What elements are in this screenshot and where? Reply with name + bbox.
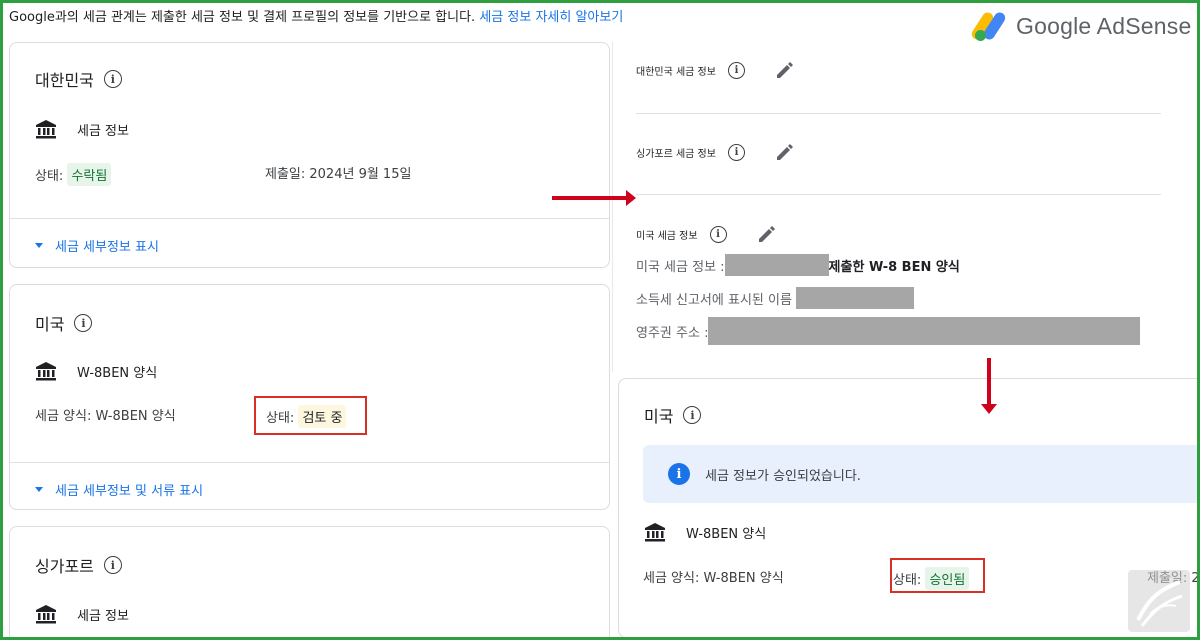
- korea-title-text: 대한민국: [35, 71, 94, 90]
- korea-submitted-date: 제출일: 2024년 9월 15일: [265, 167, 412, 182]
- divider: [636, 194, 1161, 195]
- us-tax-info-value-row: 미국 세금 정보 : 제출한 W-8 BEN 양식: [636, 254, 960, 276]
- us-approved-form-row: W-8BEN 양식: [644, 522, 766, 542]
- residence-address-label: 영주권 주소 :: [636, 325, 709, 341]
- us-tax-info-value: 제출한 W-8 BEN 양식: [828, 259, 960, 275]
- triangle-down-icon: [35, 487, 43, 492]
- approved-banner-text: 세금 정보가 승인되었습니다.: [705, 468, 861, 484]
- redacted-block: [795, 287, 914, 309]
- divider: [10, 462, 609, 463]
- arrow-right-icon: [552, 190, 636, 206]
- taxpayer-name-label: 소득세 신고서에 표시된 이름: [636, 292, 792, 308]
- tax-notice-text: Google과의 세금 관계는 제출한 세금 정보 및 결제 프로필의 정보를 …: [9, 10, 476, 25]
- us-tax-info-header: 미국 세금 정보 i: [636, 224, 777, 244]
- korea-tax-info-header: 대한민국 세금 정보 i: [636, 60, 795, 80]
- usa-expand-link[interactable]: 세금 세부정보 및 서류 표시: [35, 480, 203, 499]
- info-icon[interactable]: i: [103, 70, 122, 88]
- usa-form-type: 세금 양식: W-8BEN 양식: [35, 409, 176, 424]
- divider: [636, 113, 1161, 114]
- info-icon[interactable]: i: [103, 556, 122, 574]
- info-icon[interactable]: i: [74, 314, 93, 332]
- us-tax-info-label: 미국 세금 정보 :: [636, 259, 725, 275]
- usa-expand-label: 세금 세부정보 및 서류 표시: [55, 484, 204, 499]
- us-approved-card-title: 미국 i: [644, 403, 702, 427]
- korea-tax-info-heading: 대한민국 세금 정보: [636, 66, 716, 78]
- singapore-tax-card: 싱가포르 i 세금 정보: [9, 526, 610, 640]
- us-approved-title-text: 미국: [644, 407, 674, 426]
- us-approved-card: 미국 i i 세금 정보가 승인되었습니다. W-8BEN 양식 세금 양식: …: [618, 378, 1200, 638]
- korea-expand-label: 세금 세부정보 표시: [55, 240, 159, 255]
- singapore-item-label: 세금 정보: [77, 608, 129, 624]
- us-tax-info-heading: 미국 세금 정보: [636, 230, 698, 242]
- divider: [10, 218, 609, 219]
- pencil-icon[interactable]: [775, 142, 795, 162]
- adsense-logo-text: Google AdSense: [1016, 12, 1192, 39]
- us-approved-form-type: 세금 양식: W-8BEN 양식: [643, 571, 784, 586]
- adsense-logo: Google AdSense: [969, 6, 1197, 46]
- korea-item-label: 세금 정보: [77, 123, 129, 139]
- arrow-down-icon: [981, 358, 997, 414]
- info-icon[interactable]: i: [709, 225, 727, 243]
- status-badge: 수락됨: [67, 163, 112, 186]
- usa-form-row: W-8BEN 양식: [35, 361, 157, 381]
- triangle-down-icon: [35, 243, 43, 248]
- singapore-tax-info-heading: 싱가포르 세금 정보: [636, 148, 716, 160]
- us-approved-item-label: W-8BEN 양식: [686, 526, 767, 542]
- watermark-logo: [1128, 570, 1190, 632]
- pencil-icon[interactable]: [757, 224, 777, 244]
- highlight-box-approved: [890, 558, 985, 593]
- info-icon[interactable]: i: [727, 61, 745, 79]
- usa-card-title: 미국 i: [35, 311, 93, 335]
- singapore-card-title: 싱가포르 i: [35, 553, 122, 577]
- adsense-logo-mark: [969, 8, 1008, 44]
- redacted-block: [708, 317, 1141, 345]
- korea-status-label: 상태:: [35, 169, 64, 184]
- tax-info-learn-more-link[interactable]: 세금 정보 자세히 알아보기: [479, 10, 623, 25]
- usa-item-label: W-8BEN 양식: [77, 365, 158, 381]
- korea-expand-link[interactable]: 세금 세부정보 표시: [35, 236, 159, 255]
- redacted-block: [724, 254, 829, 276]
- info-icon[interactable]: i: [683, 406, 702, 424]
- korea-tax-info-row: 세금 정보: [35, 119, 129, 139]
- korea-tax-card: 대한민국 i 세금 정보 상태: 수락됨 제출일: 2024년 9월 15일 세…: [9, 42, 610, 268]
- usa-title-text: 미국: [35, 315, 65, 334]
- info-icon[interactable]: i: [727, 143, 745, 161]
- tax-notice: Google과의 세금 관계는 제출한 세금 정보 및 결제 프로필의 정보를 …: [9, 6, 623, 25]
- bank-icon: [36, 362, 56, 381]
- singapore-tax-info-row: 세금 정보: [35, 604, 129, 624]
- approved-banner: i 세금 정보가 승인되었습니다.: [643, 445, 1200, 503]
- bank-icon: [36, 120, 56, 139]
- residence-address-row: 영주권 주소 :: [636, 317, 1141, 345]
- info-icon: i: [668, 463, 690, 485]
- taxpayer-name-row: 소득세 신고서에 표시된 이름: [636, 287, 914, 309]
- korea-card-title: 대한민국 i: [35, 67, 122, 91]
- highlight-box-reviewing: [254, 396, 367, 435]
- bank-icon: [36, 605, 56, 624]
- bank-icon: [645, 523, 665, 542]
- korea-status: 상태: 수락됨: [35, 163, 112, 186]
- singapore-tax-info-header: 싱가포르 세금 정보 i: [636, 142, 795, 162]
- singapore-title-text: 싱가포르: [35, 557, 94, 576]
- tax-info-detail-panel: 대한민국 세금 정보 i 싱가포르 세금 정보 i 미국 세금 정보 i 미국 …: [612, 42, 1197, 372]
- pencil-icon[interactable]: [775, 60, 795, 80]
